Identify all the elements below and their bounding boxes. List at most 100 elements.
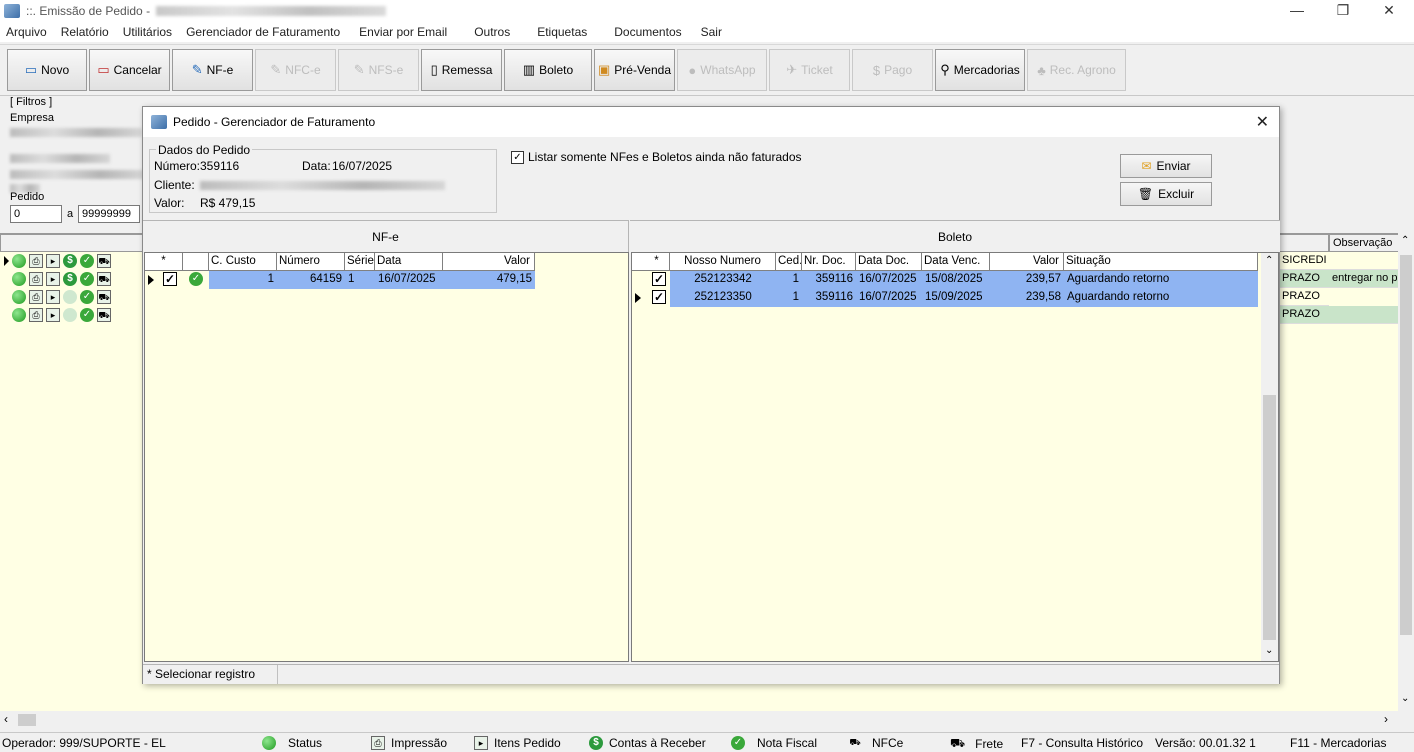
- itens-legend-label: Itens Pedido: [494, 736, 561, 750]
- boleto-label: Boleto: [539, 63, 574, 77]
- enviar-label: Enviar: [1156, 159, 1191, 173]
- menu-outros[interactable]: Outros: [454, 25, 517, 39]
- row-checkbox[interactable]: ✓: [652, 272, 666, 286]
- minimize-button[interactable]: —: [1274, 0, 1320, 22]
- scroll-right-icon[interactable]: ›: [1384, 712, 1388, 726]
- tree-icon: ♣: [1037, 62, 1046, 78]
- boleto-col-nosso-numero[interactable]: Nosso Numero: [670, 253, 776, 271]
- boleto-cell-ced: 1: [776, 271, 802, 289]
- truck-icon: ⛟: [97, 254, 111, 268]
- menu-documentos[interactable]: Documentos: [594, 25, 688, 39]
- boleto-button[interactable]: ▥ Boleto: [504, 49, 592, 91]
- cancelar-button[interactable]: ▭ Cancelar: [89, 49, 170, 91]
- cliente-value-redacted: [200, 181, 445, 190]
- boleto-cell-valor: 239,57: [990, 271, 1064, 289]
- scroll-down-icon[interactable]: ⌄: [1265, 645, 1273, 656]
- numero-label: Número:: [154, 159, 201, 173]
- table-row[interactable]: ⎙ ▸ ✓ ⛟: [0, 306, 145, 324]
- contas-legend-label: Contas à Receber: [609, 736, 706, 750]
- ticket-button[interactable]: ✈ Ticket: [769, 49, 850, 91]
- scroll-up-icon[interactable]: ⌃: [1265, 255, 1273, 266]
- nfe-col-valor[interactable]: Valor: [443, 253, 535, 271]
- table-row[interactable]: ⎙ ▸ ✓ ⛟: [0, 288, 145, 306]
- scroll-thumb[interactable]: [18, 714, 36, 726]
- prevenda-button[interactable]: ▣ Pré-Venda: [594, 49, 675, 91]
- filter-checkbox-row[interactable]: ✓ Listar somente NFes e Boletos ainda nã…: [511, 150, 802, 164]
- truck-icon: ⛟: [950, 736, 966, 750]
- nfe-col-ccusto[interactable]: C. Custo: [209, 253, 277, 271]
- pedido-to-input[interactable]: 99999999: [78, 205, 140, 223]
- boleto-pane-title: Boleto: [630, 220, 1280, 252]
- menu-enviar-email[interactable]: Enviar por Email: [347, 25, 454, 39]
- boleto-col-ced[interactable]: Ced.: [776, 253, 802, 271]
- boleto-col-select[interactable]: *: [632, 253, 670, 271]
- menu-etiquetas[interactable]: Etiquetas: [517, 25, 594, 39]
- excluir-button[interactable]: 🗑 Excluir: [1120, 182, 1212, 206]
- row-checkbox[interactable]: ✓: [652, 290, 666, 304]
- boleto-vertical-scrollbar[interactable]: ⌃ ⌄: [1261, 253, 1278, 661]
- menu-sair[interactable]: Sair: [689, 25, 729, 39]
- whatsapp-button[interactable]: ● WhatsApp: [677, 49, 767, 91]
- nfse-button[interactable]: ✎ NFS-e: [338, 49, 419, 91]
- nfe-col-select[interactable]: *: [145, 253, 183, 271]
- nfce-legend: ⛟ NFCe: [848, 736, 903, 750]
- grid-vertical-scrollbar[interactable]: ⌃ ⌄: [1398, 233, 1414, 711]
- nfe-col-status[interactable]: [183, 253, 209, 271]
- row-pointer-icon: [4, 256, 9, 266]
- close-window-button[interactable]: ✕: [1366, 0, 1412, 22]
- operador-status: Operador: 999/SUPORTE - EL: [2, 736, 166, 750]
- nfce-button[interactable]: ✎ NFC-e: [255, 49, 336, 91]
- remessa-button[interactable]: ▯ Remessa: [421, 49, 502, 91]
- dollar-icon: $: [63, 254, 77, 268]
- dollar-icon: $: [63, 272, 77, 286]
- table-row[interactable]: ⎙ ▸ $ ✓ ⛟: [0, 252, 145, 270]
- trash-icon: 🗑: [1137, 187, 1154, 201]
- enviar-button[interactable]: ✉ Enviar: [1120, 154, 1212, 178]
- nfe-button[interactable]: ✎ NF-e: [172, 49, 253, 91]
- scroll-left-icon[interactable]: ‹: [4, 712, 8, 726]
- dialog-title: Pedido - Gerenciador de Faturamento: [173, 115, 376, 129]
- nfe-col-serie[interactable]: Série: [345, 253, 375, 271]
- nfe-col-numero[interactable]: Número: [277, 253, 345, 271]
- boleto-col-situacao[interactable]: Situação: [1064, 253, 1258, 271]
- grid-horizontal-scrollbar[interactable]: ‹ ›: [0, 711, 1414, 729]
- printer-icon: ⎙: [29, 254, 43, 268]
- boleto-col-valor[interactable]: Valor: [990, 253, 1064, 271]
- scroll-down-icon[interactable]: ⌄: [1401, 693, 1409, 704]
- rec-agrono-button[interactable]: ♣ Rec. Agrono: [1027, 49, 1126, 91]
- novo-button[interactable]: ▭ Novo: [7, 49, 87, 91]
- scroll-up-icon[interactable]: ⌃: [1401, 235, 1409, 246]
- scroll-thumb[interactable]: [1400, 255, 1412, 635]
- cancel-icon: ▭: [97, 62, 110, 77]
- boleto-col-data-doc[interactable]: Data Doc.: [856, 253, 922, 271]
- pedido-from-input[interactable]: 0: [10, 205, 62, 223]
- nfe-col-data[interactable]: Data: [375, 253, 443, 271]
- table-row[interactable]: ⎙ ▸ $ ✓ ⛟: [0, 270, 145, 288]
- f11-shortcut: F11 - Mercadorias: [1290, 736, 1387, 750]
- range-separator: a: [67, 208, 74, 220]
- rec-agrono-label: Rec. Agrono: [1049, 63, 1116, 77]
- truck-icon: ⛟: [97, 308, 111, 322]
- data-value: 16/07/2025: [332, 159, 393, 173]
- maximize-button[interactable]: ❐: [1320, 0, 1366, 22]
- grid-cell-obs: [1329, 252, 1399, 270]
- pago-button[interactable]: $ Pago: [852, 49, 933, 91]
- mercadorias-button[interactable]: ⚲ Mercadorias: [935, 49, 1025, 91]
- menu-arquivo[interactable]: Arquivo: [0, 25, 54, 39]
- row-checkbox[interactable]: ✓: [163, 272, 177, 286]
- title-bar: ::. Emissão de Pedido - — ❐ ✕: [0, 0, 1414, 22]
- grid-cell-cond: PRAZO: [1279, 288, 1329, 306]
- boleto-col-nrdoc[interactable]: Nr. Doc.: [802, 253, 856, 271]
- menu-gerenciador-faturamento[interactable]: Gerenciador de Faturamento: [179, 25, 347, 39]
- nfce-label: NFC-e: [285, 63, 321, 77]
- boleto-col-data-venc[interactable]: Data Venc.: [922, 253, 990, 271]
- menu-relatorio[interactable]: Relatório: [54, 25, 116, 39]
- barcode-icon: ▥: [522, 62, 536, 77]
- scroll-thumb[interactable]: [1263, 395, 1276, 640]
- impressao-legend-label: Impressão: [391, 736, 448, 750]
- dialog-close-button[interactable]: ✕: [1256, 112, 1269, 132]
- filter-checkbox[interactable]: ✓: [511, 150, 524, 164]
- novo-label: Novo: [41, 63, 70, 77]
- menu-utilitarios[interactable]: Utilitários: [116, 25, 179, 39]
- status-divider: [277, 665, 278, 684]
